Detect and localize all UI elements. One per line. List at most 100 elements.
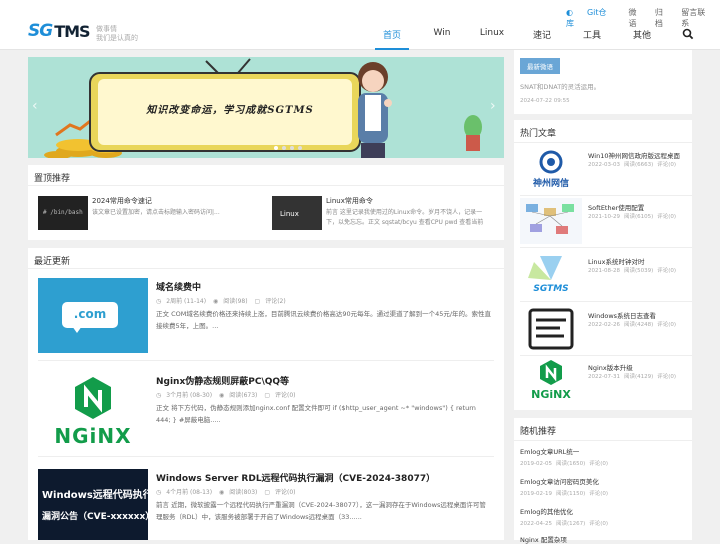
hot-thumb[interactable]: SGTMS (520, 252, 582, 298)
sticky-thumb: # /bin/bash (38, 196, 88, 230)
nav-linux[interactable]: Linux (467, 28, 517, 50)
search-icon[interactable] (682, 28, 694, 40)
log-document-icon (528, 308, 574, 350)
hot-thumb-text: NGiNX (531, 388, 571, 401)
hot-item-title[interactable]: Win10神州网信政府版远程桌面 (588, 150, 680, 160)
hot-thumb[interactable] (520, 198, 582, 244)
chevron-left-icon[interactable]: ‹ (32, 99, 42, 113)
sticky-item-desc: 前言 这里记录我使用过的Linux命令。岁月不饶人，记录一下，以免忘忘。正文 s… (326, 209, 484, 226)
clock-icon: ◷ (156, 298, 162, 305)
nav-win[interactable]: Win (417, 28, 467, 50)
eye-icon: ◉ (213, 298, 219, 305)
article-title[interactable]: 域名续费中 (156, 280, 201, 293)
random-item-title[interactable]: Emlog的其他优化 (520, 506, 692, 516)
slogan-line-2: 我们是认真的 (96, 34, 138, 42)
contact-link[interactable]: 留言联系 (681, 7, 706, 29)
hot-thumb[interactable] (520, 306, 582, 352)
logo-text: TMS (54, 21, 90, 41)
hot-title: 热门文章 (520, 129, 557, 139)
slider-text: 知识改变命运，学习成就SGTMS (146, 105, 314, 116)
hot-item-title[interactable]: SoftEther使用配置 (588, 202, 644, 212)
chevron-right-icon[interactable]: › (490, 99, 500, 113)
nav-home[interactable]: 首页 (367, 28, 417, 50)
article-meta: ◷ 4个月前 (08-13) ◉ 阅读(803) ▢ 评论(0) (156, 489, 296, 496)
weiyu-link[interactable]: 微语 (628, 7, 640, 29)
random-title: 随机推荐 (520, 427, 557, 437)
weiyu-text: SNAT和DNAT的灵活运用。 (520, 83, 601, 91)
hot-item-meta: 2022-03-03 阅读(6663) 评论(0) (588, 162, 677, 168)
win-banner-line-2: 漏洞公告（CVE-xxxxxx） (42, 512, 155, 522)
site-logo[interactable]: SG TMS (28, 21, 91, 41)
comment-icon: ▢ (264, 489, 270, 496)
slider-dot[interactable] (274, 146, 278, 150)
random-item-meta: 2019-02-19 阅读(1150) 评论(0) (520, 491, 609, 497)
nav-other[interactable]: 其他 (617, 28, 667, 50)
hot-thumb[interactable]: NGiNX (520, 358, 582, 404)
git-link[interactable]: ◐ Git仓库 (566, 7, 614, 29)
random-item-meta: 2022-04-25 阅读(1267) 评论(0) (520, 521, 609, 527)
comment-icon: ▢ (254, 298, 261, 305)
hot-thumb-text: 神州网信 (532, 179, 569, 189)
slider-dot[interactable] (282, 146, 286, 150)
git-icon: ◐ (566, 8, 573, 17)
article-item[interactable]: .com 域名续费中 ◷ 2周前 (11-14) ◉ 阅读(98) ▢ 评论(2) 正… (38, 278, 494, 354)
article-title[interactable]: Nginx伪静态规则屏蔽PC\QQ等 (156, 374, 289, 387)
sticky-item-title[interactable]: Linux常用命令 (326, 196, 373, 206)
site-slogan: 做事情 我们是认真的 (96, 25, 138, 43)
article-item[interactable]: Windows远程代码执行 漏洞公告（CVE-xxxxxx） Windows S… (38, 469, 494, 540)
hot-item-title[interactable]: Windows系统日志查看 (588, 310, 656, 320)
hot-item-meta: 2022-02-26 阅读(4248) 评论(0) (588, 322, 677, 328)
hot-item-title[interactable]: Linux系统时钟对时 (588, 256, 645, 266)
sticky-item[interactable]: # /bin/bash 2024常用命令速记 该文章已设置加密，请点击标题输入密… (38, 192, 260, 232)
sticky-item-title[interactable]: 2024常用命令速记 (92, 196, 152, 206)
top-links: ◐ Git仓库 微语 归档 留言联系 (566, 7, 720, 29)
latest-title: 最近更新 (34, 257, 71, 267)
sticky-item[interactable]: Linux Linux常用命令 前言 这里记录我使用过的Linux命令。岁月不饶… (272, 192, 494, 232)
nginx-wordmark: NGiNX (54, 424, 132, 448)
random-item-title[interactable]: Emlog文章访问密码页美化 (520, 476, 692, 486)
article-meta: ◷ 3个月前 (08-30) ◉ 阅读(673) ▢ 评论(0) (156, 392, 296, 399)
random-item[interactable]: Nginx 配置杂项 (520, 534, 692, 544)
slogan-line-1: 做事情 (96, 25, 117, 33)
hot-item[interactable]: NGiNX Nginx版本升级 2022-07-31 阅读(4129) 评论(0) (520, 358, 692, 408)
hot-thumb[interactable]: 神州网信 (520, 146, 582, 192)
article-title[interactable]: Windows Server RDL远程代码执行漏洞（CVE-2024-3807… (156, 471, 435, 484)
article-thumb[interactable]: NGiNX (38, 372, 148, 452)
article-desc: 正文 COM域名续费价格还来持续上涨，目前腾讯云续费价格高达90元每年。通过渠道… (156, 310, 492, 330)
nav-tools[interactable]: 工具 (567, 28, 617, 50)
hero-slider[interactable]: 知识改变命运，学习成就SGTMS ‹ › (28, 57, 504, 158)
article-item[interactable]: NGiNX Nginx伪静态规则屏蔽PC\QQ等 ◷ 3个月前 (08-30) ◉… (38, 372, 494, 452)
eye-icon: ◉ (219, 489, 225, 496)
win-banner-line-1: Windows远程代码执行 (42, 490, 153, 501)
clock-icon: ◷ (156, 489, 162, 496)
random-item-title[interactable]: Nginx 配置杂项 (520, 534, 692, 544)
hot-item[interactable]: SGTMS Linux系统时钟对时 2021-08-28 阅读(5039) 评论(0… (520, 252, 692, 302)
random-item-title[interactable]: Emlog文章URL统一 (520, 446, 692, 456)
comment-icon: ▢ (264, 392, 270, 399)
nav-notes[interactable]: 速记 (517, 28, 567, 50)
archive-link[interactable]: 归档 (655, 7, 667, 29)
top-header: SG TMS 做事情 我们是认真的 ◐ Git仓库 微语 归档 留言联系 首页 W… (0, 0, 720, 50)
article-meta: ◷ 2周前 (11-14) ◉ 阅读(98) ▢ 评论(2) (156, 298, 286, 305)
slider-dot[interactable] (290, 146, 294, 150)
com-label: .com (73, 307, 107, 321)
article-thumb[interactable]: Windows远程代码执行 漏洞公告（CVE-xxxxxx） (38, 469, 155, 540)
sticky-thumb: Linux (272, 196, 322, 230)
article-thumb[interactable]: .com (38, 278, 148, 353)
hot-item[interactable]: 神州网信 Win10神州网信政府版远程桌面 2022-03-03 阅读(6663)… (520, 146, 692, 196)
slider-dot[interactable] (298, 146, 302, 150)
random-item[interactable]: Emlog的其他优化 2022-04-25 阅读(1267) 评论(0) (520, 506, 692, 527)
hot-item-meta: 2021-10-29 阅读(6105) 评论(0) (588, 214, 677, 220)
random-item-meta: 2019-02-05 阅读(1650) 评论(0) (520, 461, 609, 467)
hot-item[interactable]: SoftEther使用配置 2021-10-29 阅读(6105) 评论(0) (520, 198, 692, 248)
hot-item-title[interactable]: Nginx版本升级 (588, 362, 633, 372)
bubble-tail (72, 326, 82, 333)
hot-item[interactable]: Windows系统日志查看 2022-02-26 阅读(4248) 评论(0) (520, 306, 692, 356)
network-diagram-icon (526, 204, 574, 234)
random-item[interactable]: Emlog文章URL统一 2019-02-05 阅读(1650) 评论(0) (520, 446, 692, 467)
clock-icon: ◷ (156, 392, 162, 399)
logo-mark: SG (28, 21, 53, 41)
random-item[interactable]: Emlog文章访问密码页美化 2019-02-19 阅读(1150) 评论(0) (520, 476, 692, 497)
weiyu-tag[interactable]: 最新微语 (520, 58, 560, 74)
slider-dots (274, 146, 306, 150)
